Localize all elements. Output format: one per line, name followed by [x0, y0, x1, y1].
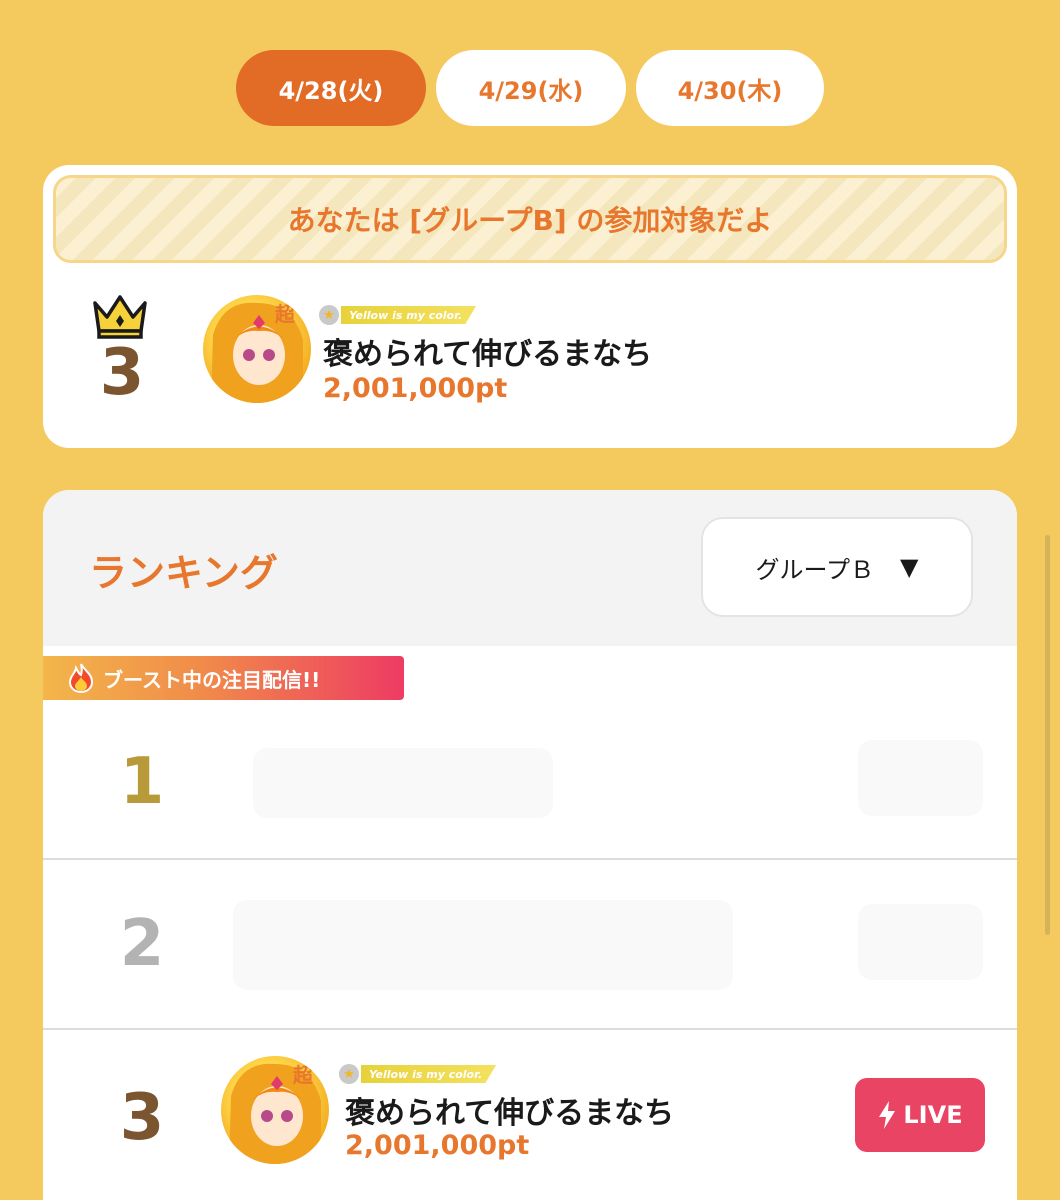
rank-number: 2 — [119, 907, 165, 981]
rank-number: 3 — [119, 1081, 165, 1155]
avatar-image: 超 — [211, 302, 303, 403]
my-rank-number: 3 — [99, 336, 145, 410]
ranking-row[interactable]: 3 超 ★ Yellow is my color. 褒められて伸びるまなち 2,… — [43, 1030, 1017, 1200]
bolt-icon — [879, 1101, 896, 1129]
tag-badge: ★ Yellow is my color. — [319, 305, 477, 325]
live-label: LIVE — [903, 1101, 963, 1129]
crown-icon — [93, 295, 147, 339]
tab-date-4-28[interactable]: 4/28(火) — [236, 50, 426, 126]
avatar[interactable]: 超 — [221, 1056, 329, 1164]
star-icon: ★ — [339, 1064, 359, 1084]
scrollbar[interactable] — [1045, 535, 1050, 935]
tab-date-4-30[interactable]: 4/30(木) — [636, 50, 824, 126]
avatar[interactable]: 超 — [203, 295, 311, 403]
my-rank: 3 — [91, 293, 153, 405]
streamer-points: 2,001,000pt — [345, 1130, 530, 1161]
blurred-entry — [233, 900, 733, 990]
group-select-value: グループＢ — [755, 555, 875, 584]
ranking-title: ランキング — [89, 551, 278, 595]
avatar-image: 超 — [229, 1063, 321, 1164]
my-group-card: あなたは [グループB] の参加対象だよ 3 超 ★ Yellow is my … — [43, 165, 1017, 448]
tab-date-4-29[interactable]: 4/29(水) — [436, 50, 626, 126]
group-banner: あなたは [グループB] の参加対象だよ — [53, 175, 1007, 263]
streamer-points: 2,001,000pt — [323, 373, 508, 404]
avatar-mark: 超 — [292, 1063, 314, 1087]
ranking-header: ランキング グループＢ ▼ — [43, 490, 1017, 646]
chevron-down-icon: ▼ — [900, 553, 919, 581]
blurred-action — [858, 904, 983, 980]
streamer-name: 褒められて伸びるまなち — [345, 1096, 675, 1131]
ranking-row[interactable]: 2 — [43, 860, 1017, 1030]
ranking-card: ランキング グループＢ ▼ ブースト中の注目配信!! 1 2 3 超 ★ Yel… — [43, 490, 1017, 1200]
tag-ribbon: Yellow is my color. — [361, 1065, 497, 1083]
ranking-row[interactable]: 1 — [43, 700, 1017, 860]
live-button[interactable]: LIVE — [855, 1078, 985, 1152]
streamer-name: 褒められて伸びるまなち — [323, 337, 653, 372]
date-tabs: 4/28(火) 4/29(水) 4/30(木) — [0, 50, 1060, 126]
blurred-entry — [253, 748, 553, 818]
fire-icon — [68, 663, 94, 693]
avatar-mark: 超 — [274, 302, 296, 326]
tag-ribbon: Yellow is my color. — [341, 306, 477, 324]
tag-badge: ★ Yellow is my color. — [339, 1064, 497, 1084]
rank-number: 1 — [119, 745, 165, 819]
star-icon: ★ — [319, 305, 339, 325]
blurred-action — [858, 740, 983, 816]
group-select[interactable]: グループＢ ▼ — [701, 517, 973, 617]
boost-label: ブースト中の注目配信!! — [103, 667, 321, 692]
boost-banner: ブースト中の注目配信!! — [43, 656, 404, 700]
